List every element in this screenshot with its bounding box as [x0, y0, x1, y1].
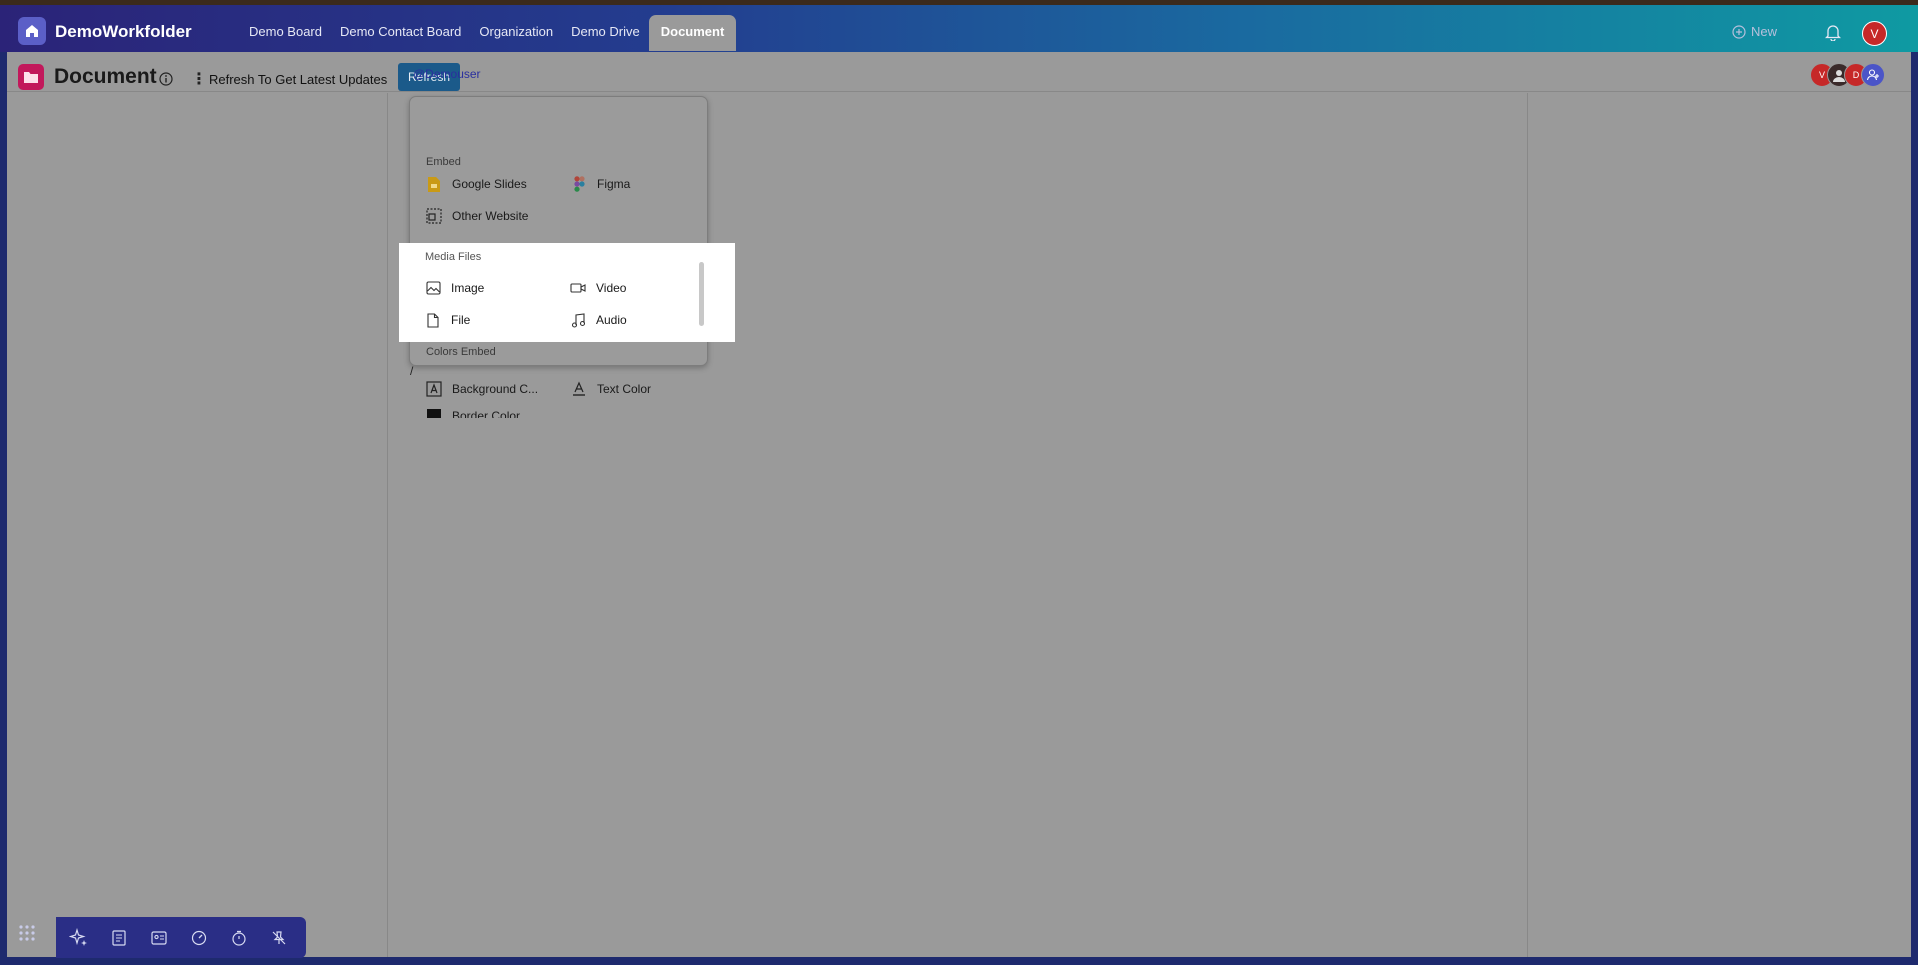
menu-item-label: Figma — [597, 177, 631, 191]
notes-icon[interactable] — [108, 927, 130, 949]
menu-item-label: Video — [596, 281, 627, 295]
audio-icon — [570, 312, 586, 328]
menu-item-text-color[interactable]: Text Color — [571, 381, 651, 397]
document-header: Document ⋮ Refresh To Get Latest Updates… — [7, 52, 1911, 92]
tab-organization[interactable]: Organization — [470, 15, 562, 51]
colors-section-title: Colors Embed — [426, 346, 496, 358]
new-label: New — [1751, 24, 1778, 39]
menu-item-label: File — [451, 313, 471, 327]
menu-item-label: Border Color — [452, 409, 521, 418]
tab-demo-board[interactable]: Demo Board — [240, 15, 331, 51]
video-icon — [570, 280, 586, 296]
speedometer-icon[interactable] — [188, 927, 210, 949]
refresh-message: Refresh To Get Latest Updates — [209, 72, 388, 87]
brand-name[interactable]: DemoWorkfolder — [55, 22, 192, 42]
left-panel — [7, 93, 388, 957]
add-user-icon[interactable] — [1861, 63, 1885, 87]
embed-section-title: Embed — [426, 156, 461, 168]
menu-item-figma[interactable]: Figma — [571, 176, 630, 192]
new-button[interactable]: New — [1732, 24, 1777, 39]
user-avatar[interactable]: V — [1862, 21, 1887, 46]
folder-icon — [18, 64, 44, 90]
user-mention[interactable]: @Demouser — [413, 67, 481, 81]
home-icon[interactable] — [18, 17, 46, 45]
media-files-section: Media Files Image Video File Audio — [399, 243, 735, 342]
info-icon[interactable] — [159, 72, 173, 91]
menu-item-label: Text Color — [597, 382, 652, 396]
more-options-icon[interactable]: ⋮ — [191, 69, 207, 89]
border-color-icon — [426, 408, 442, 418]
menu-item-label: Other Website — [452, 209, 529, 223]
page-title: Document — [54, 65, 157, 88]
google-slides-icon — [426, 176, 442, 192]
website-embed-icon — [426, 208, 442, 224]
menu-item-audio[interactable]: Audio — [570, 312, 627, 328]
document-frame: Document ⋮ Refresh To Get Latest Updates… — [7, 52, 1911, 957]
file-icon — [425, 312, 441, 328]
right-panel-divider — [1527, 93, 1528, 957]
tab-demo-contact-board[interactable]: Demo Contact Board — [331, 15, 470, 51]
figma-icon — [571, 176, 587, 192]
menu-item-border-color[interactable]: Border Color — [426, 408, 520, 418]
apps-grid-icon[interactable] — [18, 924, 36, 947]
ai-sparkle-icon[interactable] — [68, 927, 90, 949]
menu-item-background-color[interactable]: Background C... — [426, 381, 538, 397]
window-edge — [0, 0, 1918, 5]
background-color-icon — [426, 381, 442, 397]
plus-circle-icon — [1732, 24, 1746, 39]
menu-item-label: Google Slides — [452, 177, 527, 191]
menu-item-google-slides[interactable]: Google Slides — [426, 176, 527, 192]
menu-item-file[interactable]: File — [425, 312, 470, 328]
collaborator-avatars: V D — [1810, 63, 1885, 87]
menu-item-label: Audio — [596, 313, 627, 327]
text-color-icon — [571, 381, 587, 397]
tab-demo-drive[interactable]: Demo Drive — [562, 15, 649, 51]
unpin-icon[interactable] — [268, 927, 290, 949]
timer-icon[interactable] — [228, 927, 250, 949]
bell-icon[interactable] — [1824, 23, 1842, 46]
menu-item-other-website[interactable]: Other Website — [426, 208, 528, 224]
media-section-title: Media Files — [425, 251, 482, 263]
menu-clip: Border Color — [410, 408, 707, 418]
menu-scrollbar[interactable] — [699, 262, 704, 326]
slash-command-text: / — [410, 364, 414, 378]
menu-item-label: Image — [451, 281, 485, 295]
nav-tabs: Demo Board Demo Contact Board Organizati… — [240, 15, 737, 51]
image-icon — [425, 280, 441, 296]
tab-document[interactable]: Document — [648, 15, 737, 51]
menu-item-video[interactable]: Video — [570, 280, 626, 296]
contact-card-icon[interactable] — [148, 927, 170, 949]
bottom-dock — [56, 917, 306, 958]
menu-item-label: Background C... — [452, 382, 539, 396]
top-bar: DemoWorkfolder Demo Board Demo Contact B… — [0, 0, 1918, 52]
menu-item-image[interactable]: Image — [425, 280, 484, 296]
